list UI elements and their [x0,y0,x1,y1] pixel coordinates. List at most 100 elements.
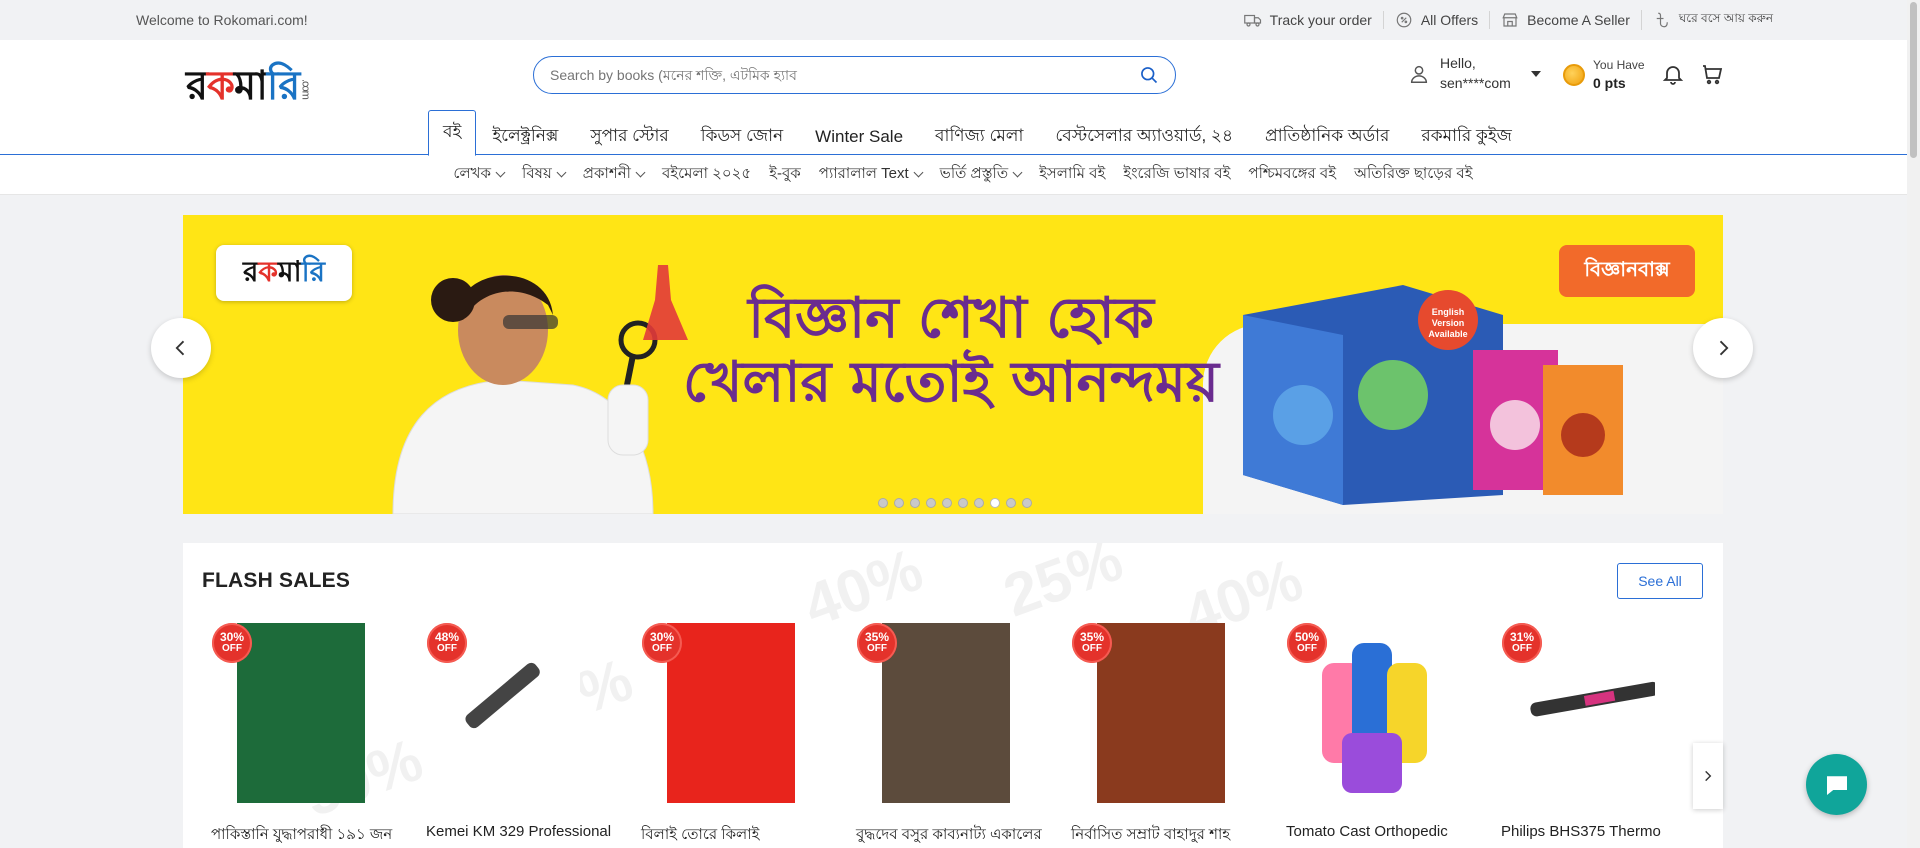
banner-logo: র ক মা রি [216,245,352,301]
nav-tab[interactable]: বই [428,110,477,156]
category-nav: বই ইলেক্ট্রনিক্স সুপার স্টোর কিডস জোন Winter… [0,110,1920,156]
see-all-button[interactable]: See All [1617,563,1703,599]
kit-badge-text: English [1432,307,1465,317]
user-greeting: Hello, [1440,55,1476,71]
nav-tab[interactable]: ইলেক্ট্রনিক্স [476,119,574,155]
carousel-dot[interactable] [958,498,968,508]
subnav-item[interactable]: ইংরেজি ভাষার বই [1123,162,1230,187]
product-image[interactable] [237,623,365,803]
carousel-dot[interactable] [878,498,888,508]
scrollbar-thumb[interactable] [1910,2,1917,158]
products-next-button[interactable] [1693,743,1723,809]
discount-badge: 48% OFF [427,623,467,663]
carousel-dot[interactable] [990,498,1000,508]
subnav-item[interactable]: ই-বুক [769,162,801,187]
banner-prev-button[interactable] [151,318,211,378]
chevron-down-icon [495,167,506,178]
product-name[interactable]: নির্বাসিত সম্রাট বাহাদুর শাহ [1071,823,1271,848]
nav-tab[interactable]: বেস্টসেলার অ্যাওয়ার্ড, ২৪ [1039,119,1249,155]
all-offers-link[interactable]: All Offers [1382,11,1489,29]
subnav-item[interactable]: লেখক [453,162,506,187]
nav-tab[interactable]: কিডস জোন [685,119,799,155]
science-kit-image: English Version Available [1243,285,1623,505]
product-name[interactable]: পাকিস্তানি যুদ্ধাপরাধী ১৯১ জন [211,823,411,848]
cart-button[interactable] [1700,62,1724,91]
all-offers-label: All Offers [1420,12,1479,28]
scientist-illustration [392,265,688,514]
discount-off-label: OFF [867,643,887,655]
nav-tab[interactable]: সুপার স্টোর [574,119,684,155]
welcome-text: Welcome to Rokomari.com! [136,12,308,28]
carousel-dot[interactable] [1006,498,1016,508]
subnav-item-label: লেখক [453,165,492,182]
nav-tab[interactable]: বাণিজ্য মেলা [919,119,1039,155]
nav-tab[interactable]: রকমারি কুইজ [1405,119,1528,155]
product-name[interactable]: Tomato Cast Orthopedic [1286,823,1486,840]
subnav-item[interactable]: প্যারালাল Text [818,162,924,187]
subnav-item[interactable]: অতিরিক্ত ছাড়ের বই [1354,162,1473,187]
discount-badge: 30% OFF [212,623,252,663]
discount-badge: 35% OFF [857,623,897,663]
carousel-dot[interactable] [974,498,984,508]
subnav-item[interactable]: প্রকাশনী [582,162,646,187]
carousel-dot[interactable] [942,498,952,508]
subnav-item-label: ইসলামি বই [1039,165,1106,182]
main-header: রকমারি.com Hello, sen****com You Have 0 … [0,40,1920,110]
chevron-down-icon [913,167,924,178]
carousel-dot[interactable] [926,498,936,508]
subnav-item-label: পশ্চিমবঙ্গের বই [1248,165,1337,182]
nav-tab[interactable]: প্রাতিষ্ঠানিক অর্ডার [1249,119,1405,155]
flash-sales-title: FLASH SALES [202,569,351,592]
search-input[interactable] [550,67,1139,83]
carousel-dot[interactable] [1022,498,1032,508]
carousel-dot[interactable] [910,498,920,508]
user-menu[interactable]: Hello, sen****com [1408,54,1541,93]
subnav-item-label: ই-বুক [769,165,801,182]
hero-banner[interactable]: র ক মা রি বিজ্ঞানবাক্স বিজ্ঞান শেখা হোক খেল… [183,215,1723,514]
subnav-item[interactable]: ইসলামি বই [1039,162,1105,187]
track-order-link[interactable]: Track your order [1233,11,1383,29]
become-seller-link[interactable]: Become A Seller [1489,11,1641,29]
page-scrollbar[interactable] [1907,0,1920,848]
points-value: 0 pts [1593,74,1626,91]
chevron-down-icon [1012,167,1023,178]
headline-line-1: বিজ্ঞান শেখা হোক [748,286,1154,351]
product-name[interactable]: বিলাই তোরে কিলাই [641,823,841,848]
chat-button[interactable] [1806,754,1867,815]
svg-text:Version: Version [1432,318,1465,328]
product-image[interactable] [452,623,580,803]
subnav-item[interactable]: বিষয় [522,162,567,187]
discount-badge: 35% OFF [1072,623,1112,663]
product-image[interactable] [1097,623,1225,803]
bell-icon [1662,66,1684,85]
banner-next-button[interactable] [1693,318,1753,378]
subnav-item[interactable]: পশ্চিমবঙ্গের বই [1248,162,1336,187]
product-name[interactable]: Philips BHS375 Thermo [1501,823,1701,840]
product-name[interactable]: Kemei KM 329 Professional [426,823,626,840]
product-image[interactable] [667,623,795,803]
user-icon [1410,65,1428,83]
notification-button[interactable] [1661,62,1685,91]
headline-line-2: খেলার মতোই আনন্দময় [683,350,1220,416]
top-links: Track your order All Offers Become A Sel… [1233,10,1784,30]
product-image[interactable] [882,623,1010,803]
subnav-item[interactable]: বইমেলা ২০২৫ [662,162,751,187]
product-image[interactable] [1312,623,1440,803]
earn-at-home-link[interactable]: ঘরে বসে আয় করুন [1640,10,1784,30]
subnav-item-label: প্রকাশনী [582,165,631,182]
subnav-item-label: প্যারালাল Text [818,165,909,182]
discount-off-label: OFF [1297,643,1317,655]
points-widget[interactable]: You Have 0 pts [1563,58,1645,92]
subnav-item-label: বইমেলা ২০২৫ [661,165,752,182]
carousel-dot[interactable] [894,498,904,508]
subnav-item[interactable]: ভর্তি প্রস্তুতি [940,162,1023,187]
discount-off-label: OFF [1082,643,1102,655]
product-image[interactable] [1527,623,1655,803]
search-icon[interactable] [1139,65,1159,85]
chat-icon [1826,775,1847,795]
points-label: You Have [1593,58,1645,72]
banner-headline: বিজ্ঞান শেখা হোক খেলার মতোই আনন্দময় [683,286,1220,416]
track-order-label: Track your order [1269,12,1372,28]
nav-tab[interactable]: Winter Sale [799,119,919,155]
product-name[interactable]: বুদ্ধদেব বসুর কাব্যনাট্য একালের [856,823,1056,848]
